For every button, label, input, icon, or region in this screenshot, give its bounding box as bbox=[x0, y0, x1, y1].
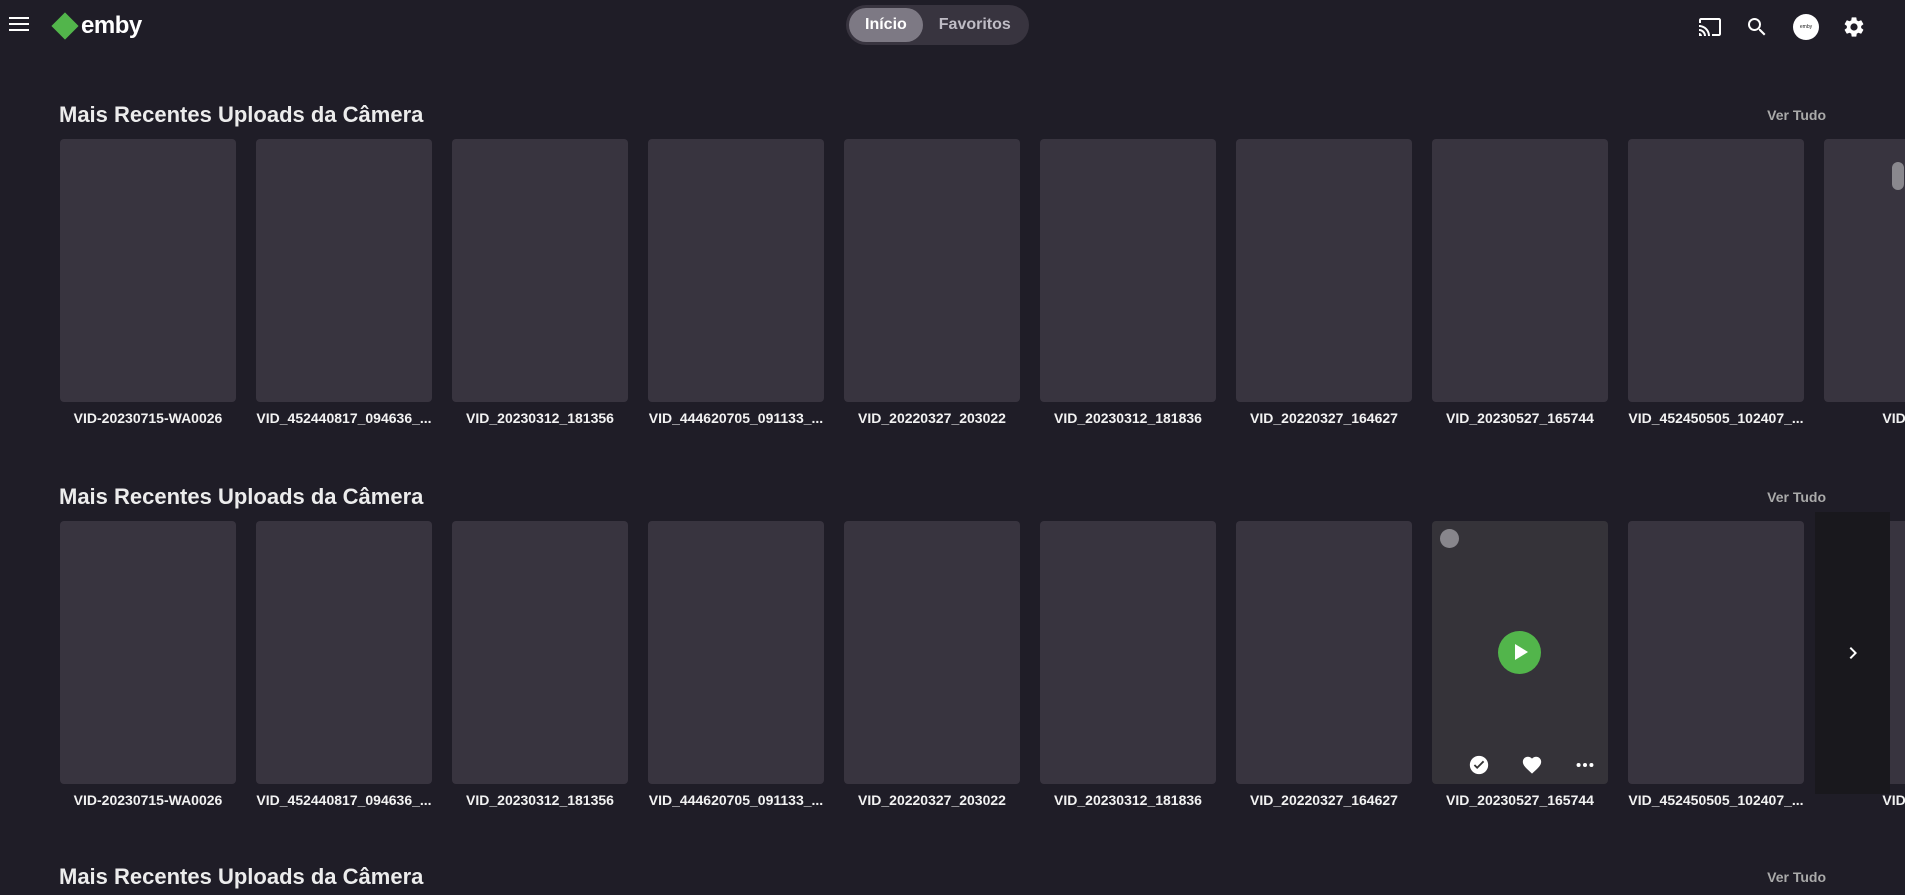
media-card[interactable]: VID_20230312_181836 bbox=[1040, 521, 1216, 808]
settings-gear-icon[interactable] bbox=[1841, 14, 1867, 40]
section-title: Mais Recentes Uploads da Câmera bbox=[59, 864, 424, 889]
see-all-link[interactable]: Ver Tudo bbox=[1767, 107, 1826, 123]
media-card[interactable]: VID_20230527_165744 bbox=[1432, 139, 1608, 426]
card-title[interactable]: VID_452450505_102407_... bbox=[1628, 792, 1804, 808]
card-title[interactable]: VID_20230312_181836 bbox=[1040, 410, 1216, 426]
card-thumbnail[interactable] bbox=[1236, 139, 1412, 402]
play-button[interactable] bbox=[1498, 631, 1541, 674]
media-card[interactable]: VID_20230312_181356 bbox=[452, 521, 628, 808]
home-tabs: Início Favoritos bbox=[846, 5, 1029, 45]
card-actions bbox=[1468, 754, 1596, 776]
card-title[interactable]: VID_444620705_091133_... bbox=[648, 792, 824, 808]
card-thumbnail[interactable] bbox=[1432, 521, 1608, 784]
card-thumbnail[interactable] bbox=[844, 139, 1020, 402]
more-options-icon[interactable] bbox=[1574, 754, 1596, 776]
header: emby Início Favoritos emby bbox=[0, 0, 1905, 52]
tab-favoritos[interactable]: Favoritos bbox=[923, 8, 1027, 42]
media-card[interactable]: VID_444620705_091133_... bbox=[648, 521, 824, 808]
card-thumbnail[interactable] bbox=[452, 521, 628, 784]
favorite-heart-icon[interactable] bbox=[1521, 754, 1543, 776]
select-checkbox[interactable] bbox=[1440, 529, 1459, 548]
card-title[interactable]: VID_20230312_181836 bbox=[1040, 792, 1216, 808]
page-scrollbar[interactable] bbox=[1892, 162, 1904, 190]
card-thumbnail[interactable] bbox=[1432, 139, 1608, 402]
card-thumbnail[interactable] bbox=[60, 139, 236, 402]
scroll-next-button[interactable] bbox=[1815, 512, 1890, 794]
card-title[interactable]: VID_20220327_164627 bbox=[1236, 792, 1412, 808]
card-title[interactable]: VID_452440817_094636_... bbox=[256, 410, 432, 426]
section-title: Mais Recentes Uploads da Câmera bbox=[59, 484, 424, 509]
card-title[interactable]: VID_452450505_102407_... bbox=[1628, 410, 1804, 426]
media-card[interactable]: VID_20220327_164627 bbox=[1236, 139, 1412, 426]
card-title[interactable]: VID_452440817_094636_... bbox=[256, 792, 432, 808]
tab-inicio[interactable]: Início bbox=[849, 8, 923, 42]
card-title[interactable]: VID_20220327_203022 bbox=[844, 410, 1020, 426]
search-icon[interactable] bbox=[1744, 14, 1770, 40]
card-title[interactable]: VID_20220327_203022 bbox=[844, 792, 1020, 808]
card-title[interactable]: VID_444620705_091133_... bbox=[648, 410, 824, 426]
card-title[interactable]: VID_20220327_164627 bbox=[1236, 410, 1412, 426]
card-title[interactable]: VID-2023 bbox=[1824, 792, 1905, 808]
media-card[interactable]: VID_20230527_165744 bbox=[1432, 521, 1608, 808]
media-card[interactable]: VID-20230715-WA0026 bbox=[60, 521, 236, 808]
menu-icon[interactable] bbox=[9, 17, 29, 33]
card-title[interactable]: VID_20230527_165744 bbox=[1432, 792, 1608, 808]
played-check-icon[interactable] bbox=[1468, 754, 1490, 776]
media-card[interactable]: VID_452440817_094636_... bbox=[256, 521, 432, 808]
media-card[interactable]: VID_20230312_181836 bbox=[1040, 139, 1216, 426]
media-card[interactable]: VID_20220327_164627 bbox=[1236, 521, 1412, 808]
media-card[interactable]: VID_20220327_203022 bbox=[844, 521, 1020, 808]
see-all-link[interactable]: Ver Tudo bbox=[1767, 869, 1826, 885]
card-title[interactable]: VID-20230715-WA0026 bbox=[60, 792, 236, 808]
card-thumbnail[interactable] bbox=[1628, 521, 1804, 784]
card-thumbnail[interactable] bbox=[256, 139, 432, 402]
avatar-text: emby bbox=[1799, 24, 1813, 30]
media-card[interactable]: VID-20230715-WA0026 bbox=[60, 139, 236, 426]
card-thumbnail[interactable] bbox=[452, 139, 628, 402]
card-title[interactable]: VID-20230715-WA0026 bbox=[60, 410, 236, 426]
card-thumbnail[interactable] bbox=[844, 521, 1020, 784]
card-thumbnail[interactable] bbox=[648, 139, 824, 402]
card-thumbnail[interactable] bbox=[648, 521, 824, 784]
card-title[interactable]: VID_20230312_181356 bbox=[452, 410, 628, 426]
media-card[interactable]: VID_20230312_181356 bbox=[452, 139, 628, 426]
media-card[interactable]: VID_444620705_091133_... bbox=[648, 139, 824, 426]
card-title[interactable]: VID_20230527_165744 bbox=[1432, 410, 1608, 426]
chevron-right-icon bbox=[1849, 647, 1857, 659]
brand-name: emby bbox=[81, 12, 142, 39]
card-title[interactable]: VID_20230312_181356 bbox=[452, 792, 628, 808]
card-thumbnail[interactable] bbox=[1236, 521, 1412, 784]
media-card[interactable]: VID_452450505_102407_... bbox=[1628, 139, 1804, 426]
see-all-link[interactable]: Ver Tudo bbox=[1767, 489, 1826, 505]
logo-icon bbox=[51, 12, 79, 40]
card-thumbnail[interactable] bbox=[1040, 139, 1216, 402]
user-avatar[interactable]: emby bbox=[1793, 14, 1819, 40]
cast-icon[interactable] bbox=[1697, 14, 1723, 40]
card-thumbnail[interactable] bbox=[1628, 139, 1804, 402]
media-row: VID-20230715-WA0026 VID_452440817_094636_… bbox=[60, 139, 1905, 426]
media-card[interactable]: VID_452450505_102407_... bbox=[1628, 521, 1804, 808]
media-card[interactable]: VID_20220327_203022 bbox=[844, 139, 1020, 426]
emby-logo[interactable]: emby bbox=[51, 12, 142, 40]
section-title: Mais Recentes Uploads da Câmera bbox=[59, 102, 424, 127]
card-thumbnail[interactable] bbox=[60, 521, 236, 784]
card-thumbnail[interactable] bbox=[256, 521, 432, 784]
card-title[interactable]: VID-2023 bbox=[1824, 410, 1905, 426]
card-thumbnail[interactable] bbox=[1040, 521, 1216, 784]
media-card[interactable]: VID_452440817_094636_... bbox=[256, 139, 432, 426]
media-row: VID-20230715-WA0026 VID_452440817_094636_… bbox=[60, 521, 1905, 808]
